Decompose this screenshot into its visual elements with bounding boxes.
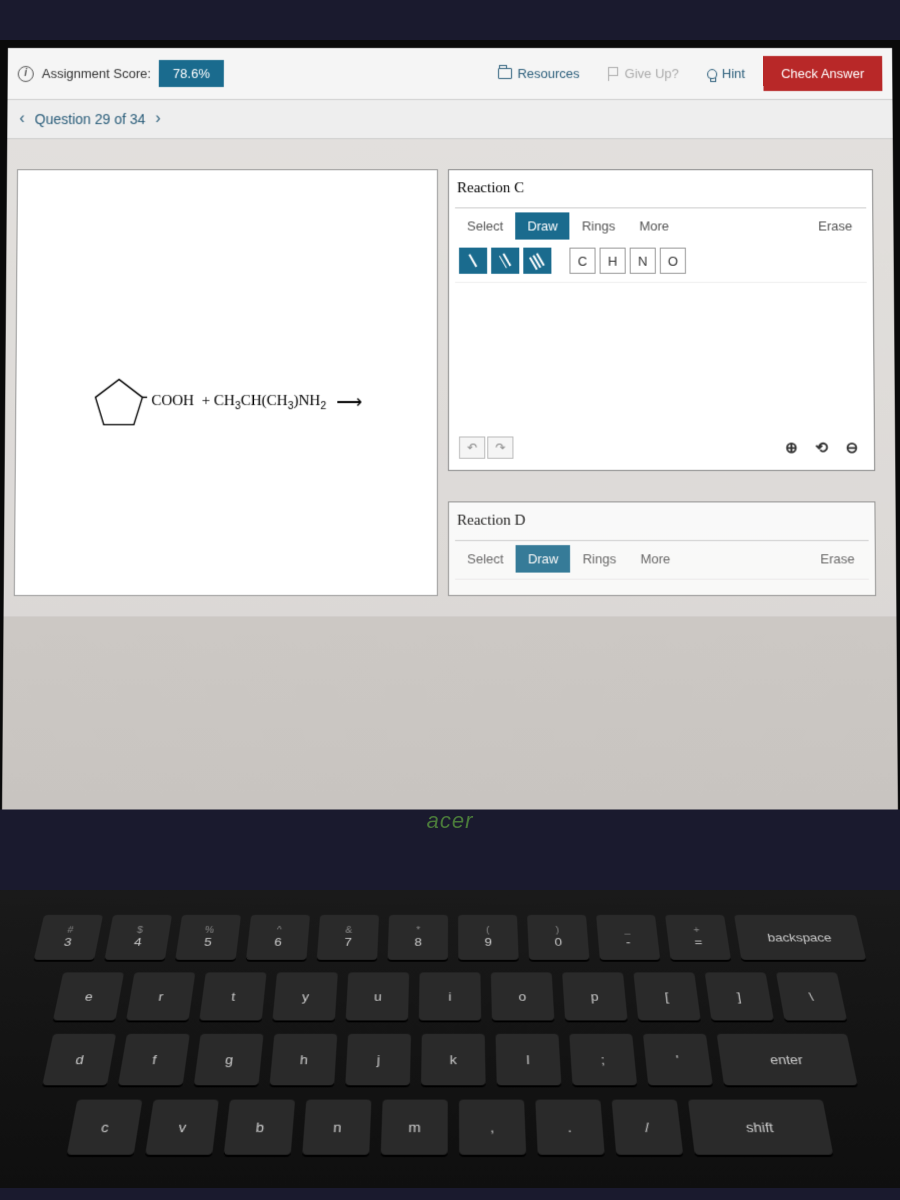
zoom-reset-button[interactable]: ⟲ bbox=[809, 435, 833, 459]
reaction-arrow-icon: ⟶ bbox=[336, 391, 362, 412]
draw-tab-d[interactable]: Draw bbox=[516, 545, 571, 572]
key-f: f bbox=[118, 1034, 190, 1085]
key-c: c bbox=[67, 1100, 143, 1155]
key-': ' bbox=[643, 1034, 713, 1085]
key-u: u bbox=[346, 972, 410, 1020]
key-b: b bbox=[224, 1100, 295, 1155]
key-]: ] bbox=[705, 972, 774, 1020]
resources-button[interactable]: Resources bbox=[488, 60, 589, 87]
zoom-out-button[interactable]: ⊖ bbox=[840, 435, 864, 459]
key-.: . bbox=[535, 1100, 604, 1155]
key-enter: enter bbox=[717, 1034, 858, 1085]
question-nav: ‹ Question 29 of 34 › bbox=[7, 100, 893, 139]
drawing-canvas-d[interactable] bbox=[455, 579, 869, 589]
score-label: Assignment Score: bbox=[42, 66, 151, 81]
key-[: [ bbox=[633, 972, 700, 1020]
reaction-prompt-panel: COOH + CH3CH(CH3)NH2 ⟶ bbox=[14, 169, 438, 596]
key-y: y bbox=[272, 972, 337, 1020]
key-;: ; bbox=[569, 1034, 637, 1085]
key-k: k bbox=[421, 1034, 486, 1085]
key-l: l bbox=[496, 1034, 562, 1085]
bulb-icon bbox=[707, 68, 717, 78]
reaction-d-panel: Reaction D Select Draw Rings More Erase bbox=[448, 501, 876, 596]
key-0: )0 bbox=[527, 915, 589, 960]
key-8: *8 bbox=[388, 915, 448, 960]
drawing-canvas-c[interactable]: ↶ ↷ ⊕ ⟲ ⊖ bbox=[455, 282, 868, 464]
info-icon: i bbox=[18, 65, 34, 81]
atom-n-button[interactable]: N bbox=[630, 248, 656, 274]
top-toolbar: i Assignment Score: 78.6% Resources Give… bbox=[8, 48, 893, 100]
key-4: $4 bbox=[104, 915, 172, 960]
panel-d-title: Reaction D bbox=[455, 509, 869, 542]
folder-icon bbox=[498, 68, 512, 79]
redo-button[interactable]: ↷ bbox=[487, 436, 513, 458]
key-m: m bbox=[381, 1100, 448, 1155]
laptop-brand-logo: acer bbox=[427, 808, 474, 834]
erase-button[interactable]: Erase bbox=[804, 212, 866, 239]
score-badge: 78.6% bbox=[159, 60, 224, 87]
question-counter: Question 29 of 34 bbox=[35, 111, 146, 127]
key-=: += bbox=[665, 915, 731, 960]
key-r: r bbox=[126, 972, 195, 1020]
key-shift: shift bbox=[688, 1100, 833, 1155]
physical-keyboard: #3$4%5^6&7*8(9)0_-+=backspace ertyuiop[]… bbox=[0, 890, 900, 1188]
key-d: d bbox=[42, 1034, 116, 1085]
key-/: / bbox=[612, 1100, 684, 1155]
give-up-label: Give Up? bbox=[625, 66, 679, 81]
key-g: g bbox=[194, 1034, 264, 1085]
key-t: t bbox=[199, 972, 266, 1020]
double-bond-button[interactable] bbox=[491, 248, 519, 274]
reaction-c-panel: Reaction C Select Draw Rings More Erase bbox=[448, 169, 875, 471]
key-n: n bbox=[302, 1100, 371, 1155]
key-o: o bbox=[491, 972, 555, 1020]
key-e: e bbox=[53, 972, 124, 1020]
atom-h-button[interactable]: H bbox=[600, 248, 626, 274]
resources-label: Resources bbox=[517, 66, 579, 81]
rings-tab[interactable]: Rings bbox=[570, 212, 628, 239]
reaction-formula: COOH + CH3CH(CH3)NH2 bbox=[151, 392, 326, 411]
key-9: (9 bbox=[458, 915, 519, 960]
key-6: ^6 bbox=[246, 915, 310, 960]
cyclopentane-icon bbox=[91, 374, 148, 431]
give-up-button[interactable]: Give Up? bbox=[598, 60, 689, 87]
atom-c-button[interactable]: C bbox=[569, 248, 595, 274]
draw-tab[interactable]: Draw bbox=[515, 212, 570, 239]
key-3: #3 bbox=[34, 915, 103, 960]
rings-tab-d[interactable]: Rings bbox=[571, 545, 629, 572]
key-\: \ bbox=[776, 972, 847, 1020]
flag-icon bbox=[608, 66, 620, 80]
hint-label: Hint bbox=[722, 66, 745, 81]
key--: _- bbox=[596, 915, 660, 960]
key-7: &7 bbox=[317, 915, 379, 960]
panel-c-title: Reaction C bbox=[455, 176, 866, 208]
single-bond-button[interactable] bbox=[459, 248, 487, 274]
key-,: , bbox=[459, 1100, 526, 1155]
key-h: h bbox=[270, 1034, 338, 1085]
key-i: i bbox=[419, 972, 481, 1020]
triple-bond-button[interactable] bbox=[523, 248, 551, 274]
key-v: v bbox=[145, 1100, 219, 1155]
next-question-button[interactable]: › bbox=[155, 110, 160, 128]
check-answer-button[interactable]: Check Answer bbox=[763, 56, 882, 91]
more-tab[interactable]: More bbox=[627, 212, 681, 239]
hint-button[interactable]: Hint bbox=[697, 60, 755, 87]
key-j: j bbox=[345, 1034, 411, 1085]
select-tab-d[interactable]: Select bbox=[455, 545, 516, 572]
select-tab[interactable]: Select bbox=[455, 212, 515, 239]
key-p: p bbox=[562, 972, 627, 1020]
prev-question-button[interactable]: ‹ bbox=[19, 110, 24, 128]
zoom-in-button[interactable]: ⊕ bbox=[779, 435, 803, 459]
more-tab-d[interactable]: More bbox=[628, 545, 682, 572]
atom-o-button[interactable]: O bbox=[660, 248, 686, 274]
key-backspace: backspace bbox=[734, 915, 866, 960]
key-5: %5 bbox=[175, 915, 241, 960]
erase-button-d[interactable]: Erase bbox=[806, 545, 869, 572]
undo-button[interactable]: ↶ bbox=[459, 436, 485, 458]
